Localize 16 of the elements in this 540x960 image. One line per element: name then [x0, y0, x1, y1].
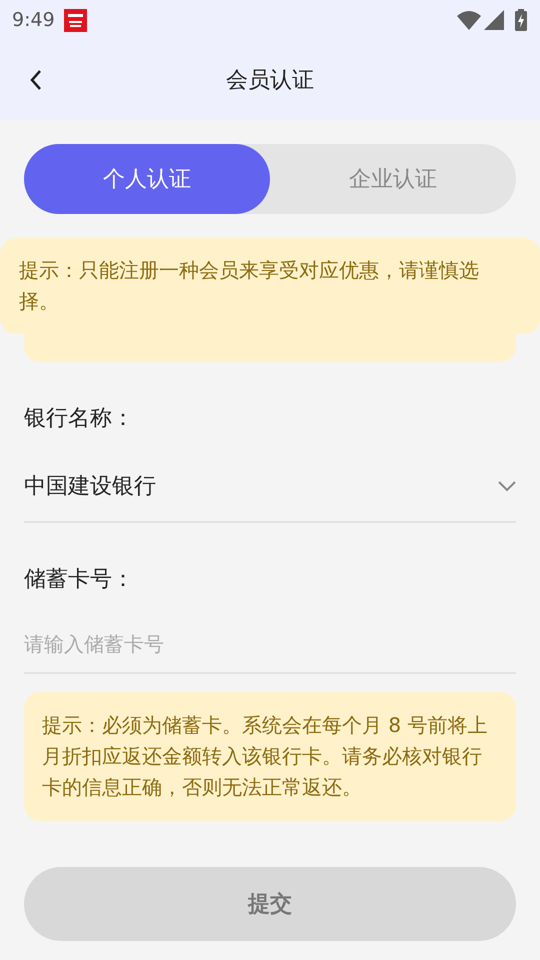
bank-label: 银行名称： — [24, 405, 135, 433]
back-icon — [29, 69, 43, 91]
segment-tab[interactable]: 企业认证 — [270, 144, 516, 214]
chevron-down-icon — [498, 480, 516, 492]
notice-text: 提示：必须为储蓄卡。系统会在每个月 8 号前将上月折扣应返还金额转入该银行卡。请务必核对银行卡的信息正确，否则无法正常返还。 — [42, 712, 488, 801]
wifi-icon — [457, 10, 481, 30]
app-notification-icon — [64, 8, 87, 32]
card-number-field[interactable]: 请输入储蓄卡号 — [24, 616, 516, 674]
battery-icon — [514, 9, 528, 31]
signal-icon — [484, 10, 504, 30]
bank-select[interactable]: 中国建设银行 — [24, 463, 516, 523]
segment-tab[interactable]: 个人认证 — [24, 144, 270, 214]
status-time: 9:49 — [12, 8, 55, 33]
toast-text: 提示：只能注册一种会员来享受对应优惠，请谨慎选择。 — [19, 257, 480, 315]
card-number-label: 储蓄卡号： — [24, 566, 135, 594]
page-title: 会员认证 — [226, 66, 314, 94]
